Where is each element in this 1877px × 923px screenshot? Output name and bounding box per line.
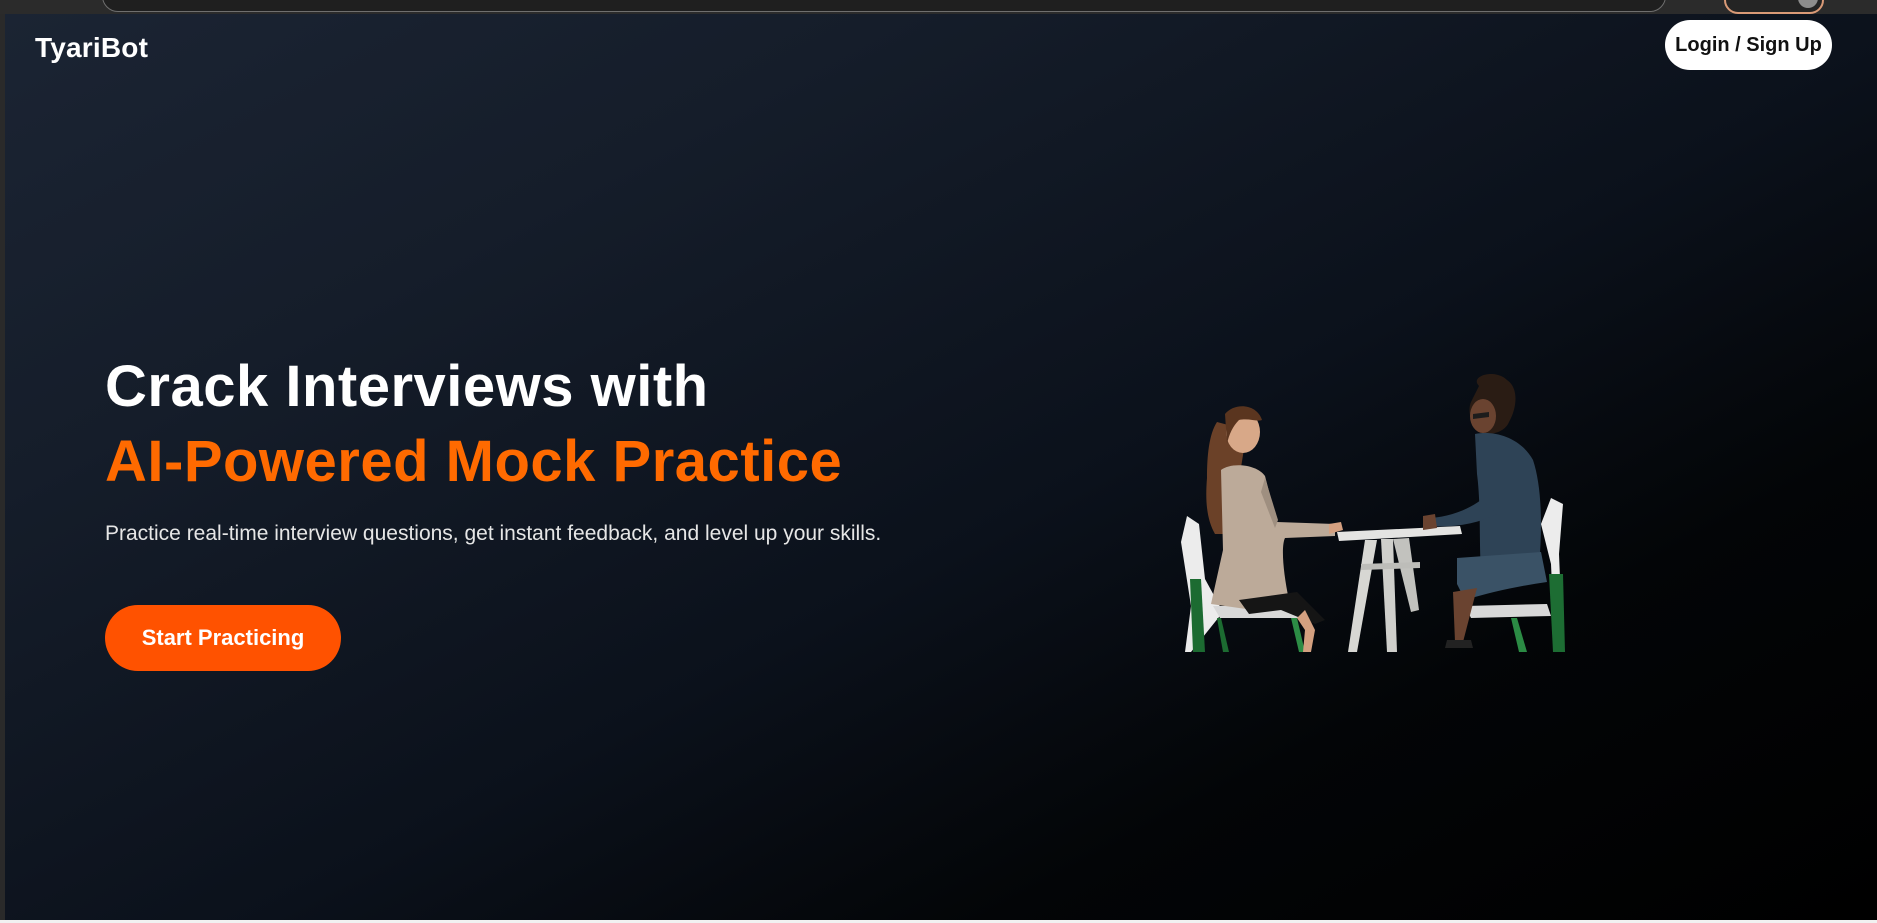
profile-avatar-icon — [1798, 0, 1818, 8]
interview-illustration — [1181, 374, 1565, 652]
headline-line-2: AI-Powered Mock Practice — [105, 429, 843, 494]
start-practicing-button[interactable]: Start Practicing — [105, 605, 341, 671]
hero-section: TyariBot Login / Sign Up Crack Interview… — [5, 14, 1877, 920]
brand-logo[interactable]: TyariBot — [35, 32, 148, 64]
hero-headline: Crack Interviews with AI-Powered Mock Pr… — [105, 349, 842, 499]
hero-subtitle: Practice real-time interview questions, … — [105, 522, 882, 545]
browser-chrome — [0, 0, 1877, 14]
login-signup-button[interactable]: Login / Sign Up — [1665, 20, 1832, 70]
headline-line-1: Crack Interviews with — [105, 354, 709, 419]
table — [1337, 526, 1462, 652]
profile-button[interactable] — [1724, 0, 1824, 14]
address-bar[interactable] — [102, 0, 1666, 12]
